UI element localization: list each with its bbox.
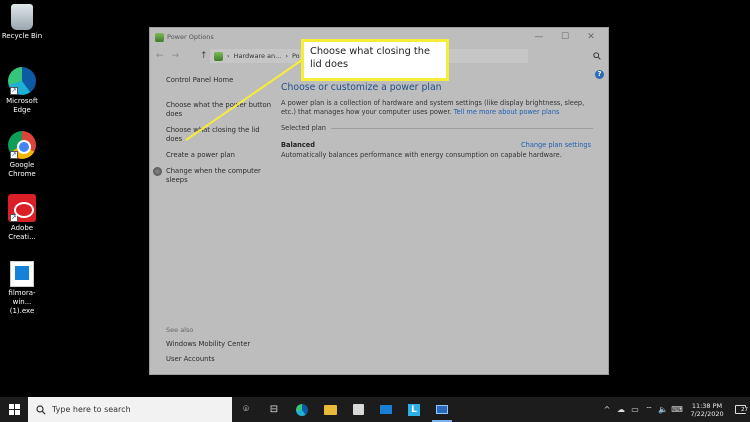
search-icon (593, 52, 601, 60)
control-panel-home-link[interactable]: Control Panel Home (166, 76, 274, 85)
sleep-moon-icon (153, 167, 162, 176)
battery-icon[interactable]: ▭ (628, 405, 642, 414)
chrome-icon: ↗ (8, 131, 36, 159)
selected-plan-label: Selected plan (281, 124, 326, 132)
desktop-icon-chrome[interactable]: ↗ Google Chrome (0, 131, 44, 179)
adobe-creative-cloud-icon: ↗ (8, 194, 36, 222)
plan-balanced: Balanced Automatically balances performa… (281, 141, 593, 159)
shortcut-arrow-icon: ↗ (10, 87, 18, 95)
window-icon (436, 405, 448, 414)
window-title: Power Options (167, 33, 214, 41)
power-button-link[interactable]: Choose what the power button does (166, 101, 274, 119)
taskbar-app-l[interactable]: L (400, 397, 428, 422)
onedrive-cloud-icon[interactable]: ☁ (614, 405, 628, 414)
task-view-button[interactable]: ⊟ (260, 397, 288, 422)
taskbar-edge[interactable] (288, 397, 316, 422)
callout-text: Choose what closing the lid does (310, 46, 431, 70)
desktop-icon-adobe[interactable]: ↗ Adobe Creati... (0, 194, 44, 242)
user-accounts-link[interactable]: User Accounts (166, 355, 250, 364)
desktop-icon-label: Google Chrome (8, 161, 36, 178)
clock[interactable]: 11:38 PM 7/22/2020 (684, 402, 730, 418)
edge-icon (296, 403, 308, 416)
cortana-button[interactable]: ⌾ (232, 397, 260, 422)
left-navigation-pane: Control Panel Home Choose what the power… (153, 76, 274, 192)
create-power-plan-link[interactable]: Create a power plan (166, 151, 274, 160)
search-placeholder: Type here to search (52, 405, 131, 414)
edge-icon: ↗ (8, 67, 36, 95)
divider (330, 127, 593, 129)
system-tray: ^ ☁ ▭ ⌔ 🔈 ⌨ 11:38 PM 7/22/2020 27 (600, 397, 750, 422)
callout-box: Choose what closing the lid does (301, 39, 449, 81)
main-content: Choose or customize a power plan A power… (281, 82, 593, 159)
taskbar-mail[interactable] (372, 397, 400, 422)
start-button[interactable] (0, 397, 28, 422)
windows-logo-icon (8, 404, 20, 415)
input-indicator-icon[interactable]: ⌨ (670, 405, 684, 414)
breadcrumb-separator: › (285, 52, 288, 60)
desktop-icon-label: filmora-win... (1).exe (8, 289, 36, 315)
search-icon (36, 404, 46, 415)
see-also-links: Windows Mobility Center User Accounts (166, 340, 250, 370)
mail-icon (380, 405, 392, 414)
app-l-icon: L (408, 403, 420, 416)
forward-arrow-icon[interactable]: → (172, 51, 180, 61)
shortcut-arrow-icon: ↗ (10, 151, 18, 159)
selected-plan-section: Selected plan (281, 124, 593, 132)
page-title: Choose or customize a power plan (281, 82, 442, 93)
taskbar-power-options[interactable] (428, 397, 456, 422)
see-also-heading: See also (166, 326, 194, 334)
taskbar-search-box[interactable]: Type here to search (28, 397, 232, 422)
recycle-bin-icon (11, 4, 33, 30)
change-plan-settings-link[interactable]: Change plan settings (521, 141, 591, 149)
cortana-circle-icon: ⌾ (243, 404, 249, 415)
tell-me-more-link[interactable]: Tell me more about power plans (454, 108, 560, 116)
notification-count: 27 (740, 407, 749, 413)
minimize-button[interactable]: — (526, 28, 552, 46)
clock-date: 7/22/2020 (690, 409, 724, 418)
task-view-icon: ⊟ (269, 404, 279, 415)
desktop-icon-label: Recycle Bin (1, 32, 43, 40)
desktop-icon-label: Adobe Creati... (8, 224, 36, 241)
control-panel-icon (214, 51, 223, 61)
taskbar-store[interactable] (344, 397, 372, 422)
show-hidden-icons-chevron[interactable]: ^ (600, 405, 614, 414)
power-plan-description: A power plan is a collection of hardware… (281, 99, 593, 117)
back-arrow-icon[interactable]: ← (156, 51, 164, 61)
mobility-center-link[interactable]: Windows Mobility Center (166, 340, 250, 349)
sleep-settings-link[interactable]: Change when the computer sleeps (166, 167, 261, 184)
closing-lid-link[interactable]: Choose what closing the lid does (166, 126, 274, 144)
help-icon[interactable]: ? (595, 70, 604, 79)
desktop-icon-filmora[interactable]: filmora-win... (1).exe (0, 261, 44, 316)
search-control-panel[interactable] (532, 49, 604, 63)
shortcut-arrow-icon: ↗ (10, 214, 18, 222)
desktop-icon-recycle-bin[interactable]: Recycle Bin (0, 4, 44, 41)
action-center-button[interactable]: 27 (730, 397, 750, 422)
sleep-settings-item[interactable]: Change when the computer sleeps (153, 167, 274, 185)
network-icon[interactable]: ⌔ (642, 405, 656, 415)
plan-description: Automatically balances performance with … (281, 151, 562, 159)
power-options-icon (155, 32, 164, 42)
filmora-installer-icon (10, 261, 34, 287)
folder-icon (323, 404, 337, 415)
store-bag-icon (352, 404, 364, 415)
clock-time: 11:38 PM (691, 401, 723, 410)
volume-icon[interactable]: 🔈 (656, 405, 670, 414)
breadcrumb-power-options[interactable]: Po (292, 52, 300, 60)
breadcrumb-separator: › (227, 52, 230, 60)
desktop-icon-label: Microsoft Edge (6, 97, 38, 114)
close-button[interactable]: ✕ (578, 28, 604, 46)
desktop-icon-edge[interactable]: ↗ Microsoft Edge (0, 67, 44, 115)
breadcrumb-hardware[interactable]: Hardware an... (234, 52, 282, 60)
taskbar-file-explorer[interactable] (316, 397, 344, 422)
up-arrow-icon[interactable]: ↑ (200, 51, 208, 61)
maximize-button[interactable]: ☐ (552, 28, 578, 46)
taskbar: Type here to search ⌾ ⊟ L ^ ☁ ▭ ⌔ 🔈 ⌨ 11… (0, 397, 750, 422)
